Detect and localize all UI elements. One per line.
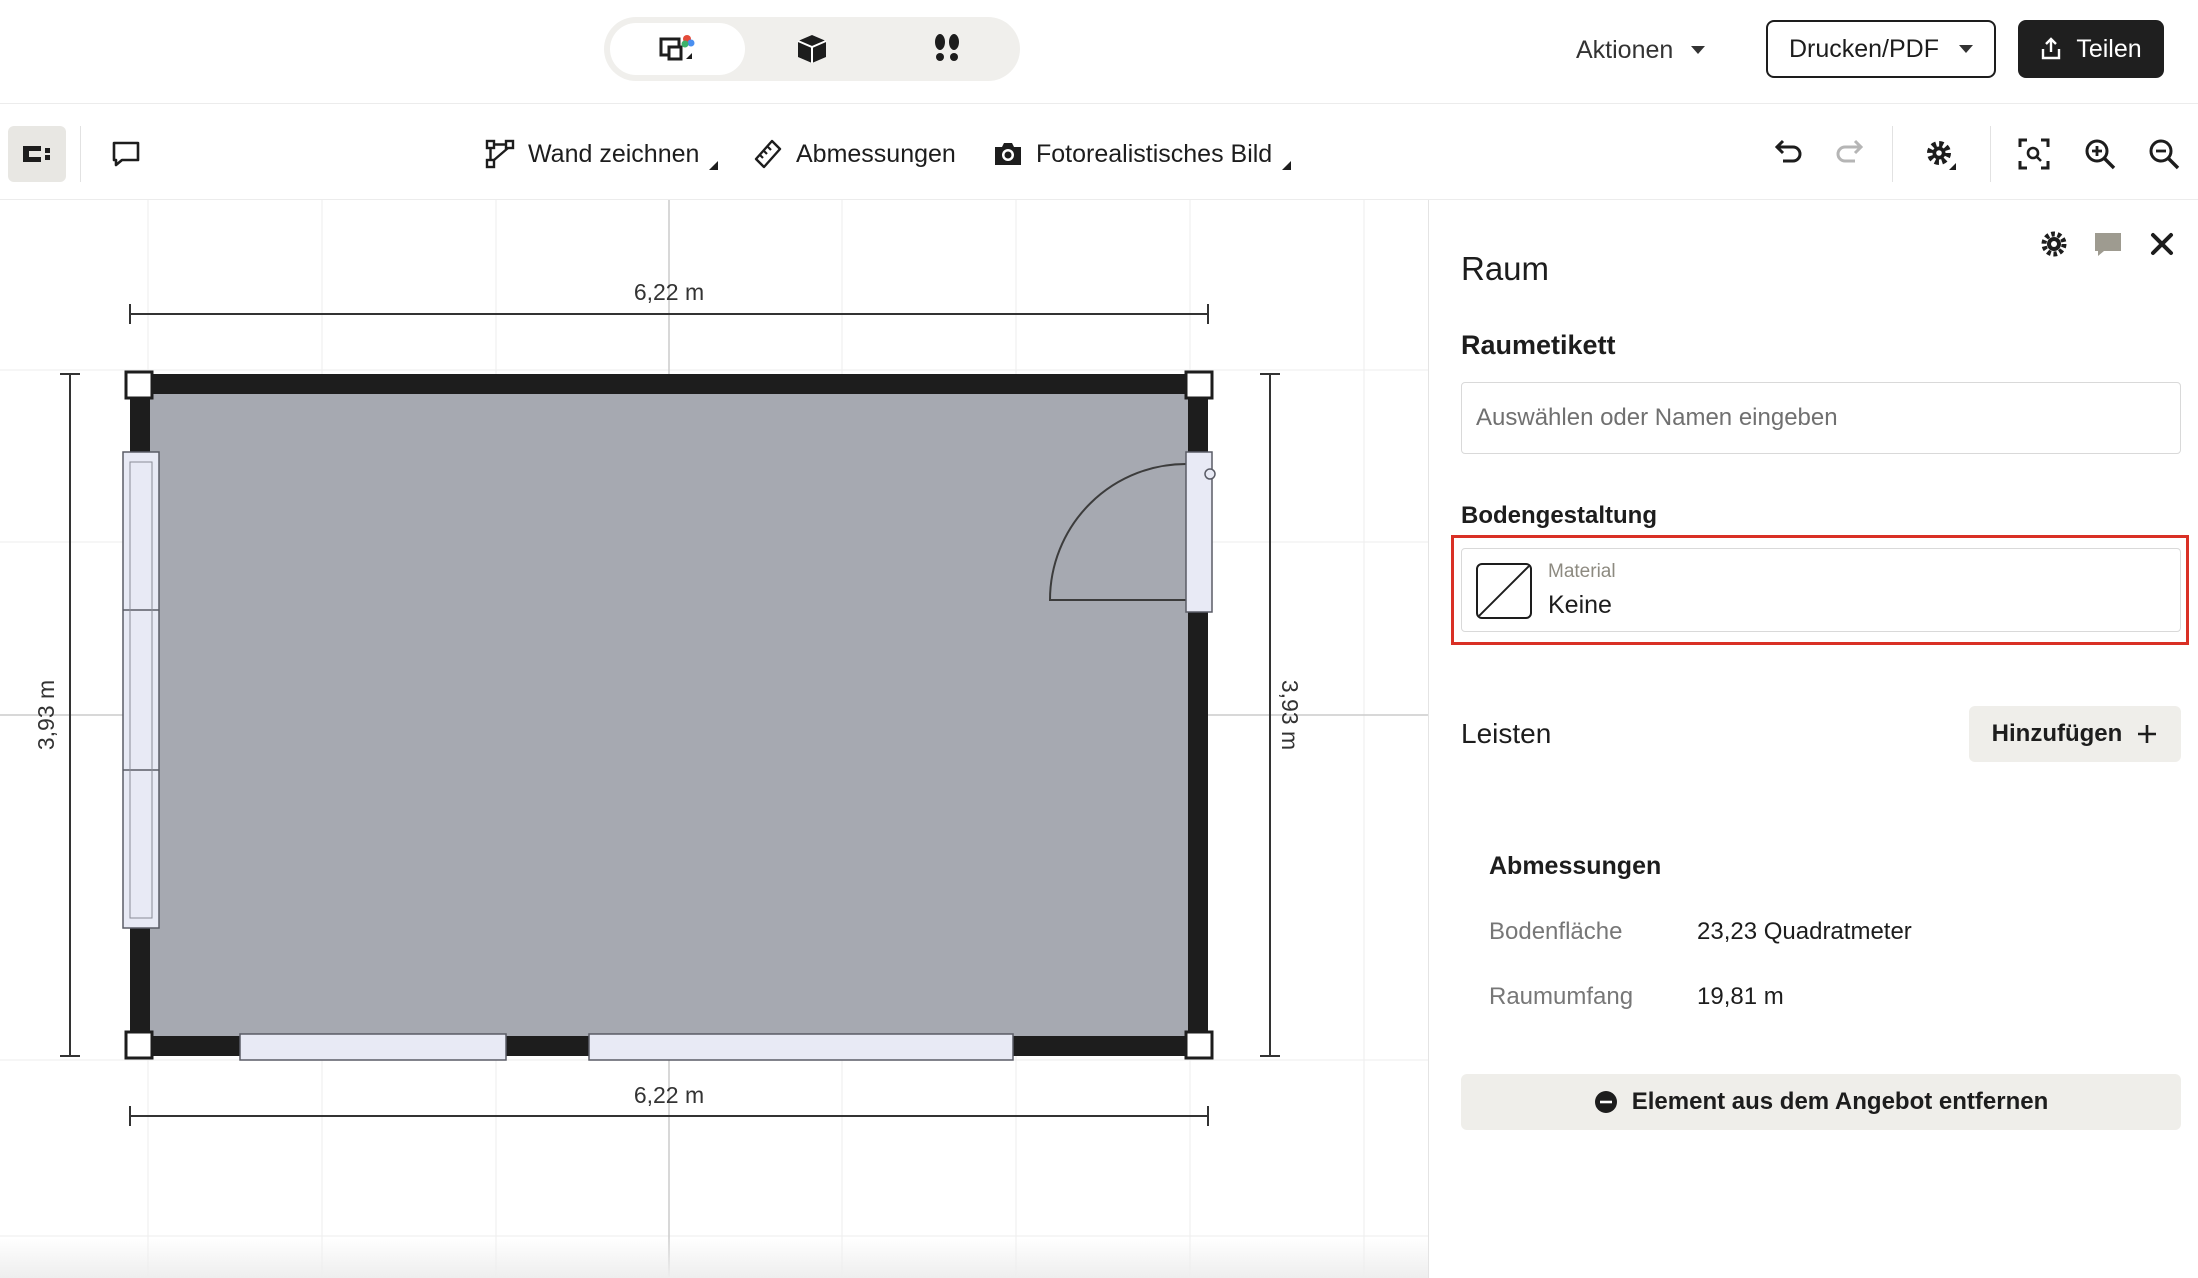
dimension-key: Bodenfläche	[1489, 918, 1623, 945]
app-root: Aktionen Drucken/PDF Teilen Wand zeichne…	[0, 0, 2198, 1278]
footsteps-icon	[934, 34, 959, 61]
toolbar-divider	[80, 126, 81, 182]
zoom-out-icon	[2149, 139, 2180, 170]
panel-settings-icon[interactable]	[2038, 228, 2070, 260]
dimension-value: 23,23 Quadratmeter	[1697, 918, 1912, 945]
mode-3d-button[interactable]	[745, 23, 880, 75]
photoreal-label: Fotorealistisches Bild	[1036, 139, 1273, 168]
dimensions-label: Abmessungen	[796, 139, 956, 168]
toolbar: Wand zeichnen Abmessungen Fotorealistisc…	[0, 104, 2198, 200]
logo-icon	[23, 146, 50, 162]
dimensions-tool[interactable]: Abmessungen	[752, 134, 956, 174]
floorplan-drawing: 6,22 m 6,22 m 3,93 m 3,93 m	[0, 200, 1428, 1278]
settings-button[interactable]	[1920, 134, 1960, 174]
mode-2d-button[interactable]	[610, 23, 745, 75]
chevron-down-icon	[1691, 46, 1706, 54]
window-bottom-2[interactable]	[588, 1033, 1014, 1061]
plus-icon	[2138, 725, 2157, 743]
zoom-in-icon	[2085, 139, 2116, 170]
panel-title: Raum	[1461, 250, 1550, 287]
submenu-indicator-icon	[709, 161, 719, 170]
undo-button[interactable]	[1766, 134, 1806, 174]
view-mode-switch	[604, 17, 1020, 81]
add-leisten-button[interactable]: Hinzufügen	[1969, 706, 2181, 762]
material-caption: Material	[1548, 561, 1616, 582]
floor-heading: Bodengestaltung	[1461, 502, 1657, 529]
dimension-bottom-label: 6,22 m	[634, 1082, 704, 1108]
settings-icon	[1927, 141, 1956, 170]
room-label-heading: Raumetikett	[1461, 330, 1616, 360]
leisten-title: Leisten	[1461, 718, 1552, 749]
zoom-in-button[interactable]	[2080, 134, 2120, 174]
window-left[interactable]	[122, 451, 160, 929]
corner-handle[interactable]	[124, 1030, 154, 1060]
mode-walk-button[interactable]	[879, 23, 1014, 75]
photoreal-image-tool[interactable]: Fotorealistisches Bild	[992, 134, 1292, 174]
actions-label: Aktionen	[1576, 35, 1674, 64]
panel-comment-icon[interactable]	[2092, 228, 2124, 260]
draw-wall-tool[interactable]: Wand zeichnen	[484, 134, 719, 174]
comment-icon	[112, 141, 140, 167]
canvas-bottom-fade	[0, 1238, 1428, 1278]
corner-handle[interactable]	[1184, 1030, 1214, 1060]
camera-icon	[995, 143, 1021, 165]
logo-button[interactable]	[8, 126, 66, 182]
draw-wall-icon	[485, 139, 515, 169]
remove-label: Element aus dem Angebot entfernen	[1631, 1088, 2049, 1115]
no-material-swatch-icon	[1476, 563, 1532, 619]
panel-header-icons	[2038, 228, 2178, 260]
chevron-down-icon	[1959, 45, 1974, 53]
print-label: Drucken/PDF	[1788, 34, 1940, 63]
cube-3d-icon	[797, 35, 827, 63]
draw-wall-label: Wand zeichnen	[528, 139, 700, 168]
dimension-key: Raumumfang	[1489, 983, 1634, 1010]
dimension-left-label: 3,93 m	[33, 680, 59, 750]
zoom-fit-button[interactable]	[2014, 134, 2054, 174]
dimensions-title: Abmessungen	[1489, 852, 1662, 880]
remove-from-offer-button[interactable]: Element aus dem Angebot entfernen	[1461, 1074, 2181, 1130]
redo-icon	[1836, 139, 1864, 163]
share-label: Teilen	[2076, 34, 2142, 63]
share-icon	[2042, 37, 2061, 60]
room-floor[interactable]	[140, 384, 1198, 1046]
print-pdf-button[interactable]: Drucken/PDF	[1766, 20, 1996, 78]
wall-top[interactable]	[130, 374, 1208, 394]
floorplan-2d-icon	[659, 35, 695, 61]
floor-material-selector[interactable]: Material Keine	[1461, 548, 2181, 632]
floorplan-canvas[interactable]: 6,22 m 6,22 m 3,93 m 3,93 m	[0, 200, 1428, 1278]
properties-panel: Raum Raumetikett Bodengestaltung Materia…	[1428, 200, 2198, 1278]
close-icon[interactable]	[2146, 228, 2178, 260]
minus-circle-icon	[1594, 1091, 1617, 1113]
dimension-top-label: 6,22 m	[634, 279, 704, 305]
corner-handle[interactable]	[1184, 370, 1214, 400]
zoom-out-button[interactable]	[2144, 134, 2184, 174]
toolbar-divider	[1892, 126, 1893, 182]
redo-button[interactable]	[1832, 134, 1872, 174]
actions-dropdown[interactable]: Aktionen	[1576, 30, 1706, 70]
top-bar: Aktionen Drucken/PDF Teilen	[0, 0, 2198, 104]
window-bottom-1[interactable]	[239, 1033, 507, 1061]
ruler-icon	[754, 139, 782, 169]
zoom-fit-icon	[2018, 138, 2050, 170]
room-label-input[interactable]	[1461, 382, 2181, 454]
dimension-right-label: 3,93 m	[1277, 680, 1303, 750]
dimension-value: 19,81 m	[1697, 983, 1784, 1010]
corner-handle[interactable]	[124, 370, 154, 400]
undo-icon	[1774, 139, 1802, 163]
toolbar-divider	[1990, 126, 1991, 182]
material-value: Keine	[1548, 591, 1612, 619]
add-label: Hinzufügen	[1991, 720, 2123, 747]
submenu-indicator-icon	[1282, 161, 1292, 170]
share-button[interactable]: Teilen	[2018, 20, 2164, 78]
comment-button[interactable]	[104, 132, 148, 176]
